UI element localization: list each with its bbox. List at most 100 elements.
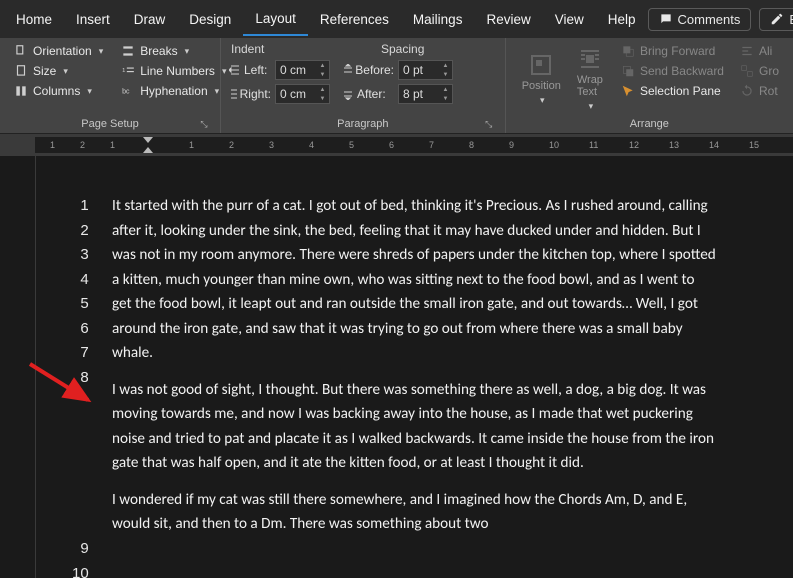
align-button[interactable]: Ali (734, 42, 785, 60)
stepper-down[interactable]: ▼ (317, 70, 328, 79)
spacing-header: Spacing (379, 42, 424, 59)
size-button[interactable]: Size ▾ (8, 62, 109, 80)
position-button[interactable]: Position ▾ (514, 42, 569, 116)
line-number: 10 (72, 562, 89, 578)
send-backward-button[interactable]: Send Backward (615, 62, 730, 80)
stepper-up[interactable]: ▲ (317, 85, 328, 94)
menu-view[interactable]: View (543, 4, 596, 35)
bring-forward-button[interactable]: Bring Forward (615, 42, 730, 60)
menu-home[interactable]: Home (4, 4, 64, 35)
indent-right-icon (229, 88, 237, 100)
group-arrange: Position ▾ Wrap Text ▾ Bring Forward Sen… (506, 38, 793, 133)
line-number (72, 415, 89, 440)
indent-right-input[interactable]: 0 cm▲▼ (275, 84, 330, 104)
ruler-tick: 1 (189, 140, 194, 150)
paragraph-1[interactable]: It started with the purr of a cat. I got… (112, 194, 717, 366)
rotate-icon (740, 84, 754, 98)
line-number: 9 (72, 537, 89, 562)
menu-layout[interactable]: Layout (243, 3, 308, 36)
hanging-indent-marker[interactable] (143, 147, 153, 153)
indent-header: Indent (229, 42, 349, 59)
rotate-button[interactable]: Rot (734, 82, 785, 100)
indent-left-input[interactable]: 0 cm▲▼ (275, 60, 330, 80)
stepper-up[interactable]: ▲ (317, 61, 328, 70)
line-number: 7 (72, 341, 89, 366)
menu-help[interactable]: Help (596, 4, 648, 35)
stepper-down[interactable]: ▼ (440, 94, 451, 103)
stepper-down[interactable]: ▼ (440, 70, 451, 79)
editing-mode-button[interactable]: Editing ▾ (759, 8, 793, 31)
line-number: 5 (72, 292, 89, 317)
page-setup-group-label: Page Setup ⤡ (8, 116, 212, 133)
stepper-up[interactable]: ▲ (440, 85, 451, 94)
position-icon (529, 53, 553, 77)
hyphenation-label: Hyphenation (140, 84, 207, 98)
paragraph-3[interactable]: I wondered if my cat was still there som… (112, 488, 717, 537)
ruler-tick: 3 (269, 140, 274, 150)
spacing-after-icon (342, 88, 354, 100)
paragraph-dialog-launcher[interactable]: ⤡ (483, 119, 495, 131)
align-icon (740, 44, 754, 58)
menu-insert[interactable]: Insert (64, 4, 122, 35)
menu-draw[interactable]: Draw (122, 4, 178, 35)
spacing-before-icon (342, 64, 352, 76)
comments-button[interactable]: Comments (648, 8, 752, 31)
group-icon (740, 64, 754, 78)
menu-mailings[interactable]: Mailings (401, 4, 475, 35)
menu-design[interactable]: Design (177, 4, 243, 35)
line-numbers-button[interactable]: 1 Line Numbers ▾ (115, 62, 232, 80)
svg-text:1: 1 (122, 68, 125, 74)
wrap-text-button[interactable]: Wrap Text ▾ (569, 42, 611, 116)
group-paragraph: Indent Spacing Left: 0 cm▲▼ Right: 0 cm▲… (221, 38, 506, 133)
breaks-button[interactable]: Breaks ▾ (115, 42, 232, 60)
paragraph-2[interactable]: I was not good of sight, I thought. But … (112, 378, 717, 476)
line-number: 4 (72, 268, 89, 293)
line-number (72, 390, 89, 415)
columns-label: Columns (33, 84, 80, 98)
ruler-tick: 7 (429, 140, 434, 150)
document-area[interactable]: 12345678910 It started with the purr of … (0, 156, 793, 578)
svg-text:bc: bc (122, 88, 130, 95)
comments-label: Comments (678, 12, 741, 27)
indent-left-icon (229, 64, 241, 76)
size-icon (14, 64, 28, 78)
ruler-tick: 12 (629, 140, 639, 150)
horizontal-ruler[interactable]: 121123456789101112131415 (35, 137, 793, 153)
orientation-button[interactable]: Orientation ▾ (8, 42, 109, 60)
send-backward-label: Send Backward (640, 64, 724, 78)
ruler-tick: 14 (709, 140, 719, 150)
line-number (72, 439, 89, 464)
menubar: Home Insert Draw Design Layout Reference… (0, 0, 793, 38)
bring-forward-icon (621, 44, 635, 58)
align-label: Ali (759, 44, 772, 58)
columns-button[interactable]: Columns ▾ (8, 82, 109, 100)
spacing-before-input[interactable]: 0 pt▲▼ (398, 60, 453, 80)
document-body[interactable]: It started with the purr of a cat. I got… (112, 194, 717, 549)
margin-guide (35, 156, 36, 578)
indent-right-label: Right: (229, 87, 271, 101)
orientation-icon (14, 44, 28, 58)
spacing-after-input[interactable]: 8 pt▲▼ (398, 84, 453, 104)
group-obj-label: Gro (759, 64, 779, 78)
menu-references[interactable]: References (308, 4, 401, 35)
menu-review[interactable]: Review (474, 4, 542, 35)
ruler-tick: 11 (589, 140, 598, 150)
line-number (72, 513, 89, 538)
ruler-tick: 13 (669, 140, 679, 150)
stepper-down[interactable]: ▼ (317, 94, 328, 103)
group-button[interactable]: Gro (734, 62, 785, 80)
ruler-tick: 5 (349, 140, 354, 150)
hyphenation-button[interactable]: bc Hyphenation ▾ (115, 82, 232, 100)
page-setup-dialog-launcher[interactable]: ⤡ (198, 119, 210, 131)
position-label: Position (522, 80, 561, 92)
stepper-up[interactable]: ▲ (440, 61, 451, 70)
chevron-down-icon: ▾ (63, 66, 68, 77)
line-number: 1 (72, 194, 89, 219)
paragraph-group-label: Paragraph ⤡ (229, 116, 497, 133)
first-line-indent-marker[interactable] (143, 137, 153, 143)
chevron-down-icon: ▾ (589, 101, 594, 112)
columns-icon (14, 84, 28, 98)
comment-icon (659, 12, 673, 26)
selection-pane-button[interactable]: Selection Pane (615, 82, 730, 100)
breaks-label: Breaks (140, 44, 177, 58)
